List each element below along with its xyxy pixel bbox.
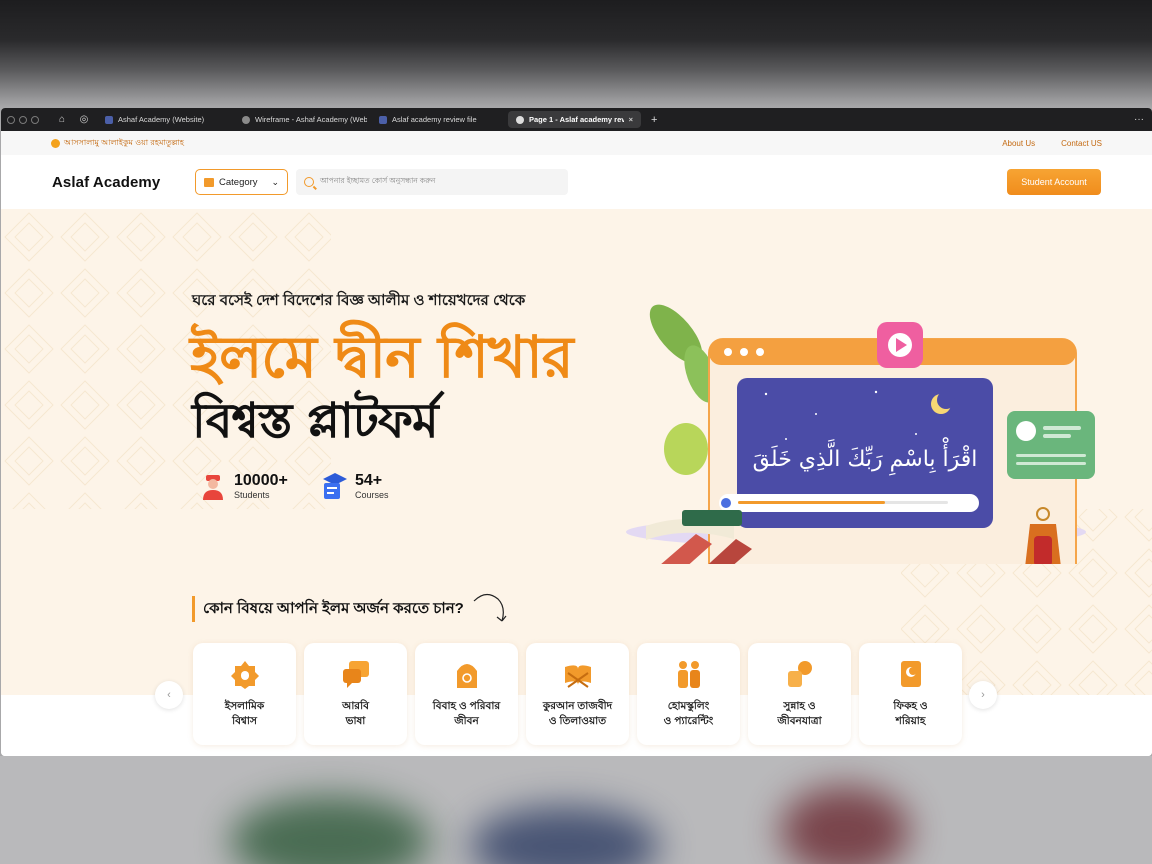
browser-tab[interactable]: Aslaf academy review file	[371, 111, 504, 128]
category-dropdown[interactable]: Category ⌄	[195, 169, 288, 195]
curly-arrow-icon	[473, 593, 507, 622]
category-card-arabic-language[interactable]: আরবি ভাষা	[304, 643, 407, 745]
student-icon	[203, 475, 223, 500]
chevron-down-icon: ⌄	[271, 176, 279, 187]
more-menu-icon[interactable]: ···	[1134, 114, 1144, 125]
globe-icon[interactable]: ◎	[75, 114, 93, 125]
browser-tab[interactable]: Wireframe - Ashaf Academy (Websit	[234, 111, 367, 128]
section-heading: কোন বিষয়ে আপনি ইলম অর্জন করতে চান?	[192, 591, 512, 627]
category-grid-icon	[204, 177, 214, 187]
figma-file-icon	[105, 115, 113, 124]
courses-icon	[323, 473, 347, 499]
contact-us-link[interactable]: Contact US	[1061, 139, 1102, 148]
category-card-homeschooling[interactable]: হোমস্কুলিং ও প্যারেন্টিং	[637, 643, 740, 745]
top-info-strip: আসসালামু আলাইকুম ওয়া রহমাতুল্লাহ About …	[1, 131, 1152, 155]
close-tab-icon[interactable]: ×	[629, 115, 633, 124]
category-card-fiqh-sharia[interactable]: ফিকহ ও শরিয়াহ	[859, 643, 962, 745]
students-stat: 10000+ Students	[200, 471, 288, 501]
home-icon[interactable]: ⌂	[53, 114, 71, 125]
site-logo[interactable]: Aslaf Academy	[52, 174, 195, 191]
hero-title-black: বিশ্বস্ত প্লাটফর্ম	[192, 393, 439, 449]
lifestyle-icon	[787, 661, 812, 687]
mosque-icon	[230, 661, 259, 689]
browser-tab-bar: ⌂ ◎ Ashaf Academy (Website) Wireframe - …	[1, 108, 1152, 131]
courses-label: Courses	[355, 490, 389, 500]
courses-count: 54+	[355, 472, 383, 489]
new-tab-button[interactable]: +	[651, 114, 657, 126]
category-card-sunnah-lifestyle[interactable]: সুন্নাহ ও জীবনযাত্রা	[748, 643, 851, 745]
browser-window: ⌂ ◎ Ashaf Academy (Website) Wireframe - …	[1, 108, 1152, 756]
hero-section: ঘরে বসেই দেশ বিদেশের বিজ্ঞ আলীম ও শায়েখ…	[1, 209, 1152, 695]
blur-blob	[230, 796, 430, 864]
desktop-backdrop-bottom	[0, 756, 1152, 864]
courses-stat: 54+ Courses	[321, 471, 389, 501]
window-controls[interactable]	[7, 115, 39, 124]
blur-blob	[470, 806, 660, 864]
greeting: আসসালামু আলাইকুম ওয়া রহমাতুল্লাহ	[51, 137, 184, 150]
family-door-icon	[456, 664, 477, 688]
smile-icon	[51, 138, 60, 148]
search-input[interactable]: আপনার ইচ্ছামত কোর্স অনুসন্ধান করুন	[296, 169, 568, 195]
audio-progress-fill	[738, 501, 885, 504]
category-list: ইসলামিক বিশ্বাস আরবি ভাষা বিবাহ ও পরিবার…	[193, 643, 962, 745]
section-heading-text: কোন বিষয়ে আপনি ইলম অর্জন করতে চান?	[203, 599, 464, 617]
category-card-islamic-belief[interactable]: ইসলামিক বিশ্বাস	[193, 643, 296, 745]
categories-next-button[interactable]: ›	[969, 681, 997, 709]
student-account-button[interactable]: Student Account	[1007, 169, 1101, 195]
browser-tab-active[interactable]: Page 1 - Aslaf academy review file×	[508, 111, 641, 128]
categories-prev-button[interactable]: ‹	[155, 681, 183, 709]
play-file-icon	[516, 115, 524, 124]
figma-file-icon	[379, 115, 387, 124]
fiqh-book-icon	[900, 661, 921, 687]
hero-illustration: اقْرَأْ بِاسْمِ رَبِّكَ الَّذِي خَلَقَ	[626, 304, 1095, 564]
heading-accent-bar	[192, 596, 195, 622]
search-icon	[304, 177, 314, 187]
quran-icon	[564, 665, 591, 688]
hero-subtitle: ঘরে বসেই দেশ বিদেশের বিজ্ঞ আলীম ও শায়েখ…	[192, 292, 526, 309]
site-header: Aslaf Academy Category ⌄ আপনার ইচ্ছামত ক…	[1, 155, 1152, 209]
category-card-marriage-family[interactable]: বিবাহ ও পরিবার জীবন	[415, 643, 518, 745]
play-file-icon	[242, 115, 250, 124]
parents-icon	[677, 661, 700, 688]
blur-blob	[780, 786, 910, 864]
arabic-chat-icon	[342, 661, 369, 688]
browser-tab[interactable]: Ashaf Academy (Website)	[97, 111, 230, 128]
students-count: 10000+	[234, 472, 288, 489]
about-us-link[interactable]: About Us	[1002, 139, 1035, 148]
category-card-quran-tajweed[interactable]: কুরআন তাজবীদ ও তিলাওয়াত	[526, 643, 629, 745]
students-label: Students	[234, 490, 270, 500]
